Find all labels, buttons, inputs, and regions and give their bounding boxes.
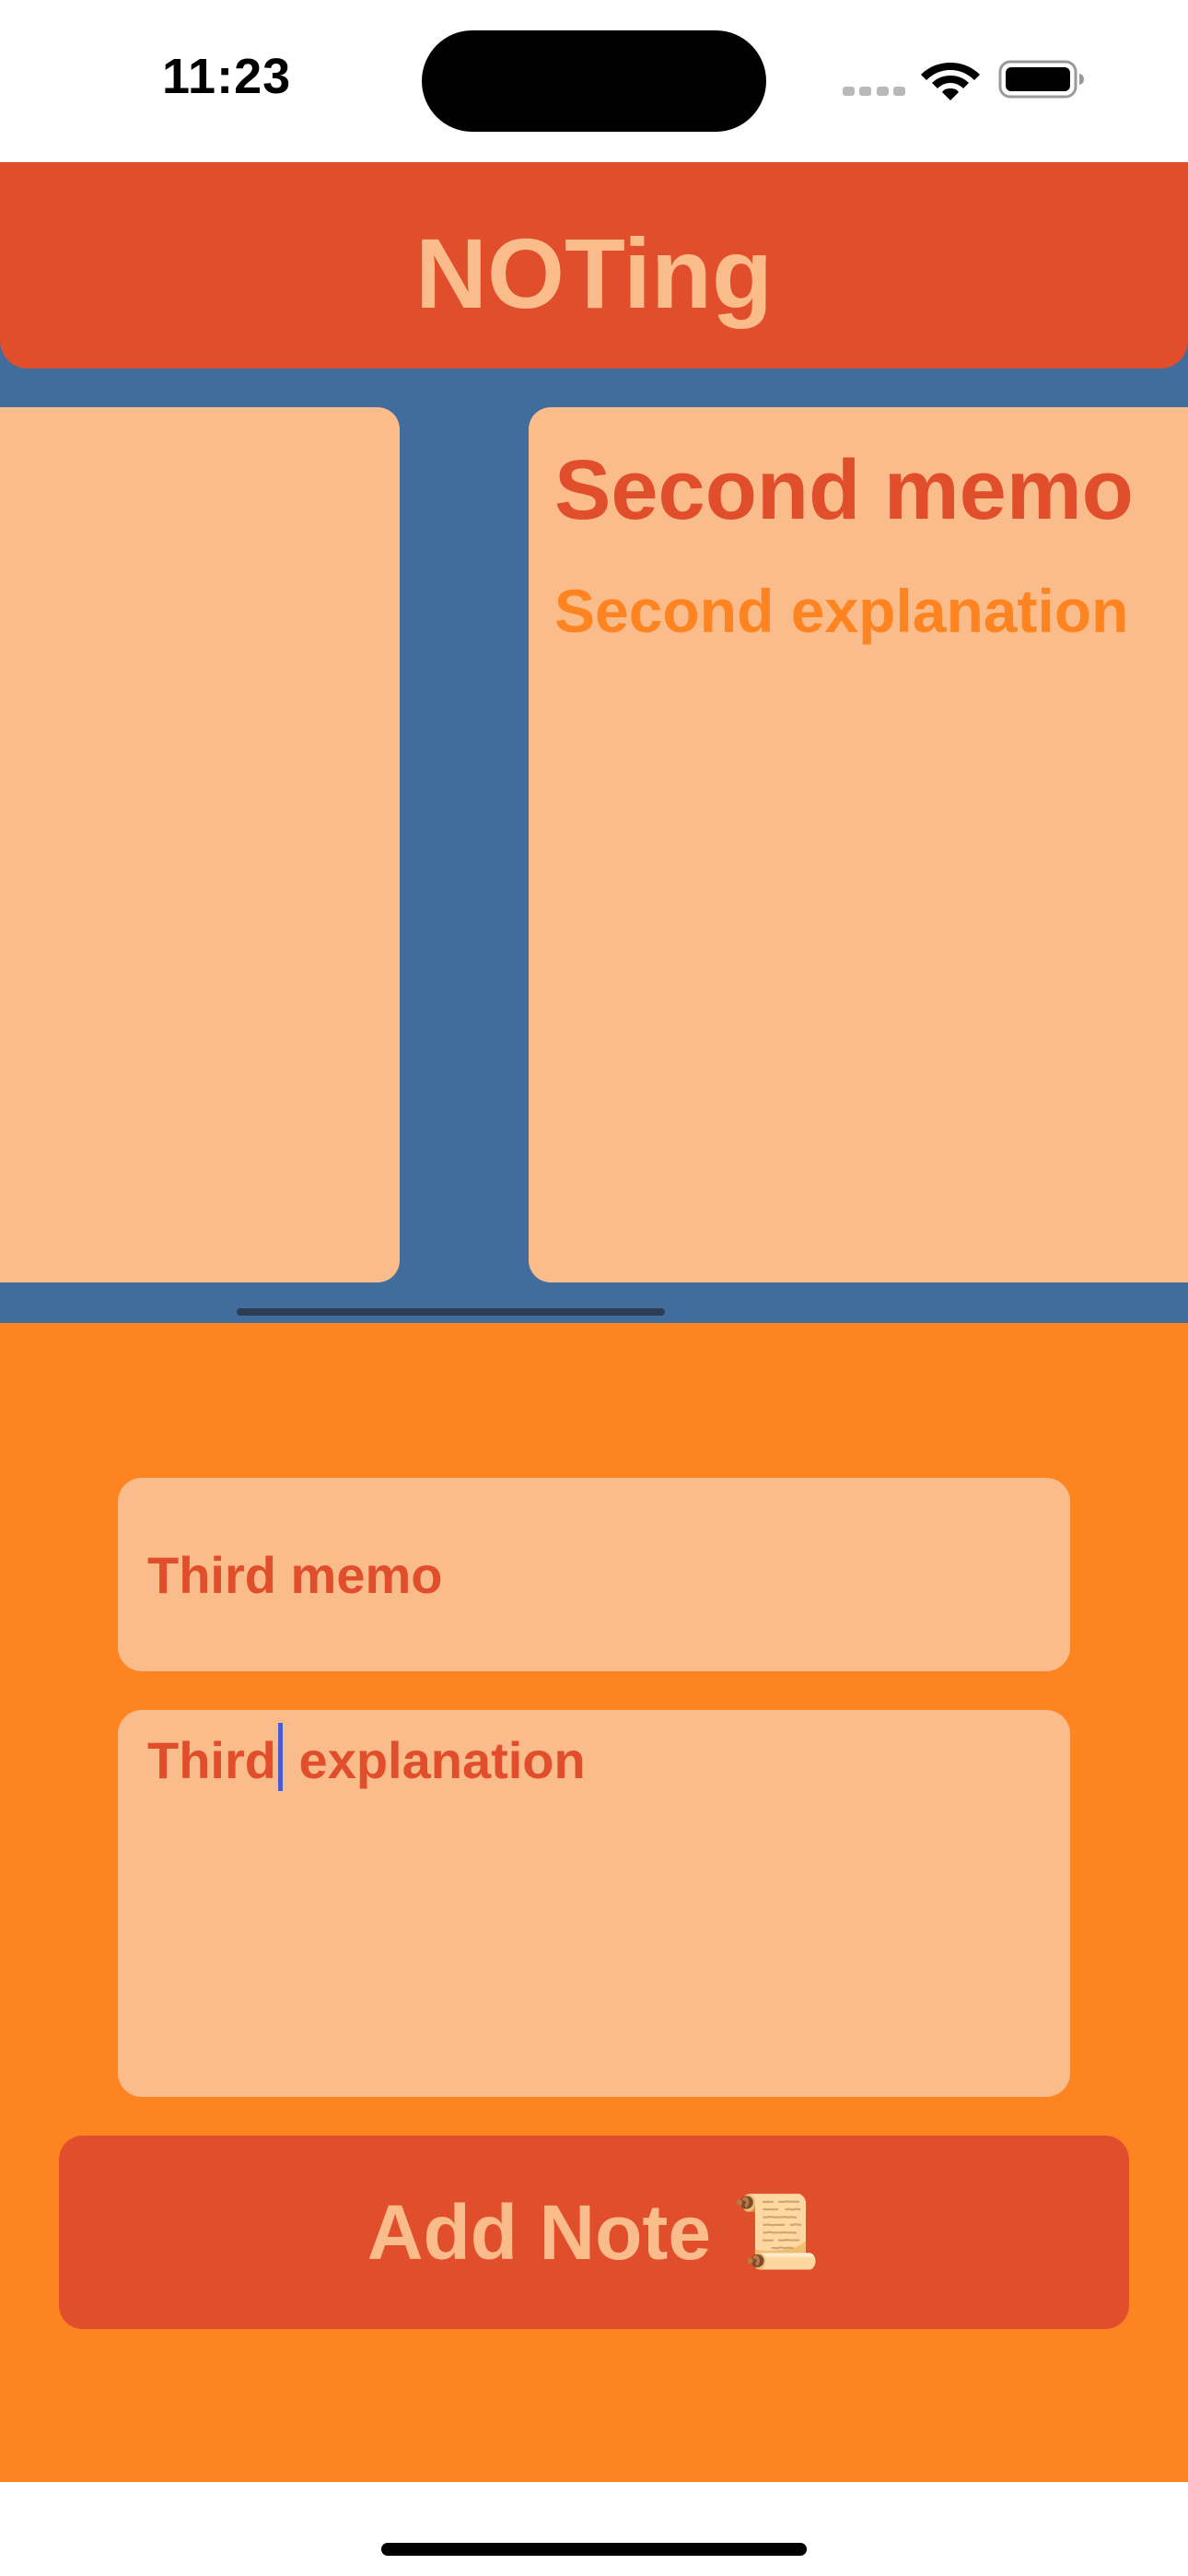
note-title-input-value: Third memo — [147, 1545, 443, 1604]
status-time: 11:23 — [162, 49, 292, 104]
note-title-input[interactable]: Third memo — [118, 1478, 1070, 1671]
note-title: Second memo — [554, 443, 1134, 537]
note-body-text-after-cursor: explanation — [284, 1731, 586, 1789]
note-card-current[interactable]: Second memo Second explanation — [529, 407, 1188, 1282]
home-indicator[interactable] — [381, 2543, 807, 2556]
dynamic-island — [422, 30, 766, 132]
note-body-text-before-cursor: Third — [147, 1731, 276, 1789]
note-composer: Third memo Third explanation Add Note 📜 — [0, 1323, 1188, 2482]
add-note-button[interactable]: Add Note 📜 — [59, 2136, 1129, 2329]
wifi-icon — [921, 63, 980, 100]
note-body-input-value: Third explanation — [147, 1723, 586, 1791]
note-body-input[interactable]: Third explanation — [118, 1710, 1070, 2097]
note-card-previous[interactable] — [0, 407, 400, 1282]
note-body: Second explanation — [554, 577, 1129, 646]
carousel-scroll-indicator[interactable] — [237, 1308, 665, 1316]
app-header: NOTing — [0, 162, 1188, 369]
add-note-button-label: Add Note — [367, 2188, 712, 2276]
battery-icon — [998, 60, 1084, 99]
app-title: NOTing — [415, 217, 773, 329]
scroll-icon: 📜 — [731, 2191, 821, 2272]
text-cursor — [277, 1723, 283, 1791]
cellular-signal-icon — [843, 87, 905, 96]
status-bar: 11:23 — [0, 0, 1188, 162]
